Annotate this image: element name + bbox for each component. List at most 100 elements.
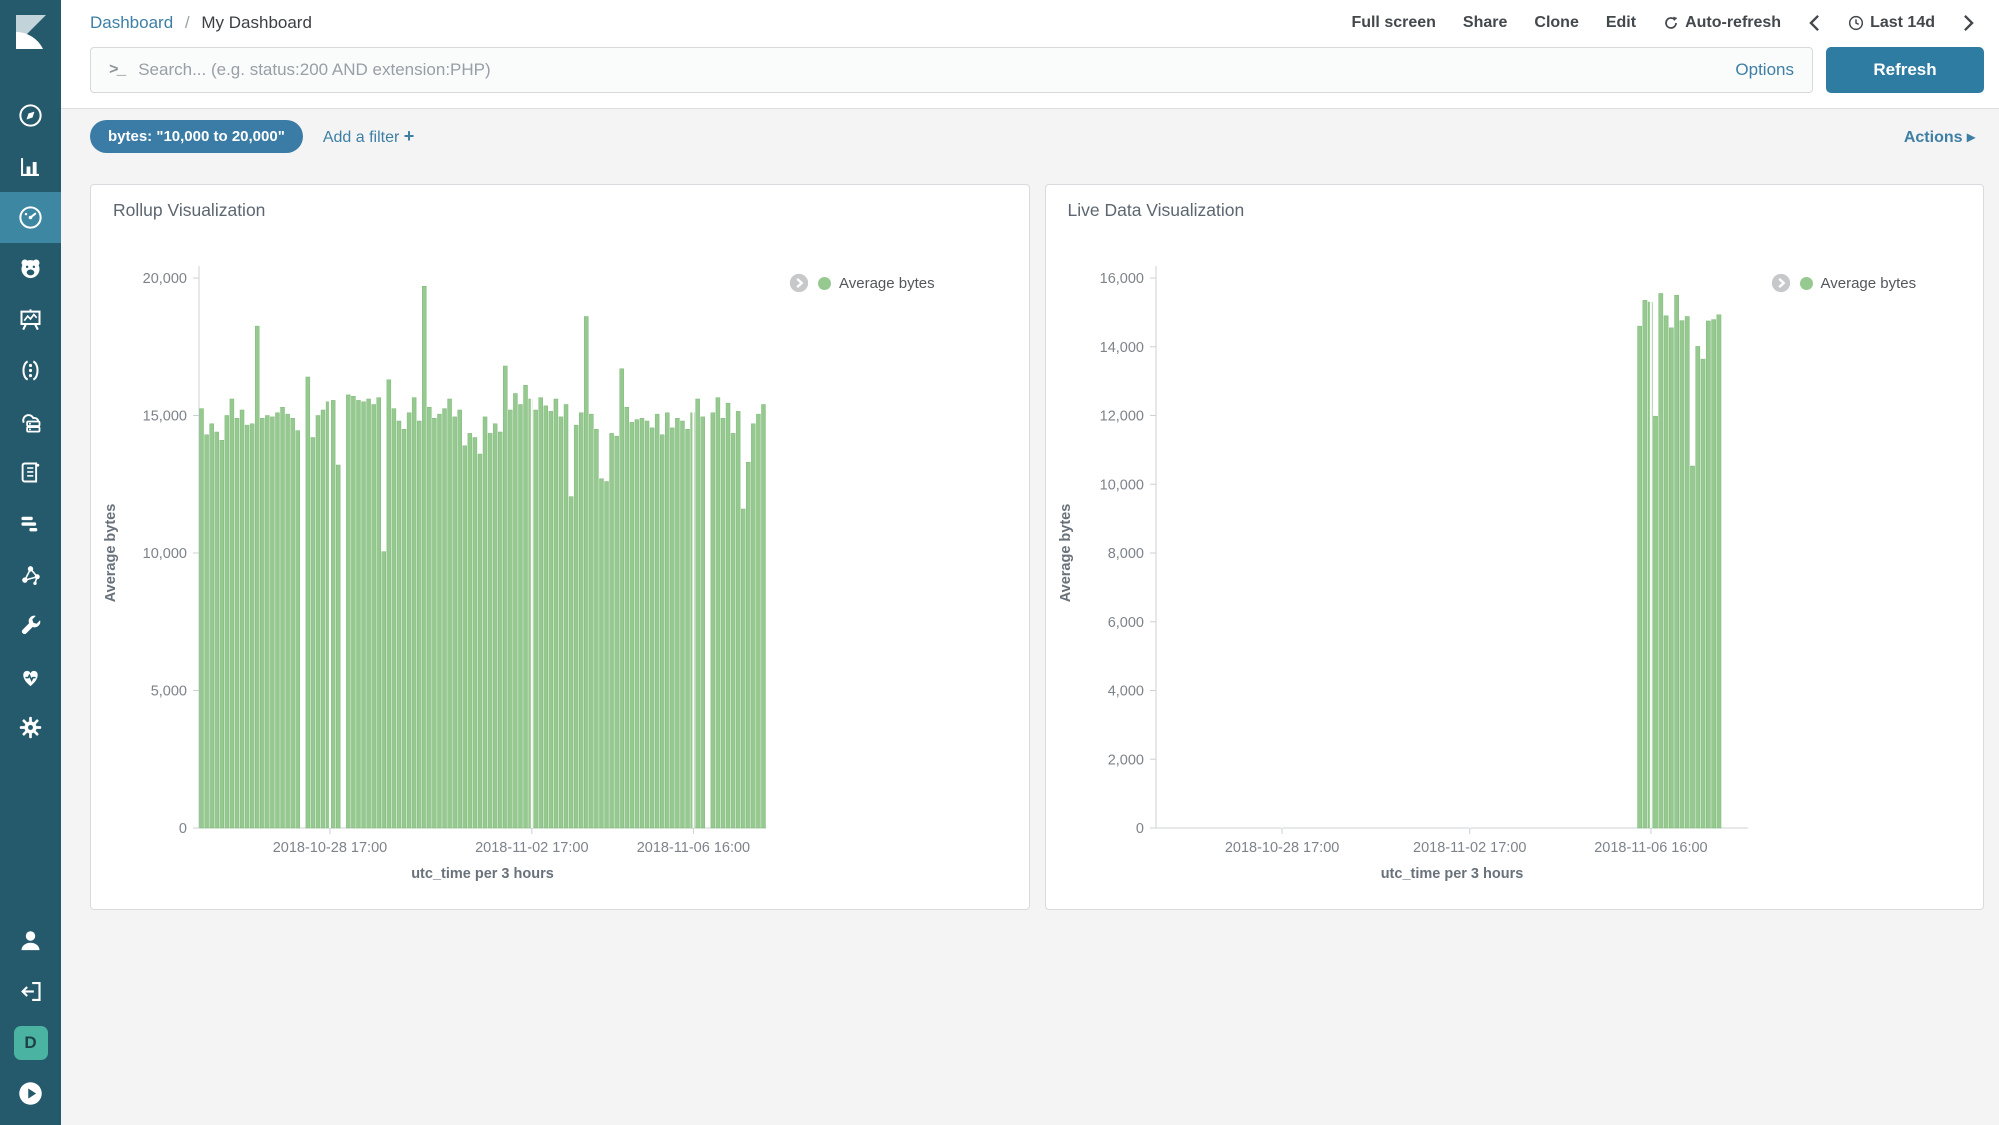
chevron-right-icon [1962, 14, 1975, 32]
panel-rollup-visualization: Rollup Visualization 0 5,000 10,000 15,000 2… [90, 184, 1030, 910]
sidebar-item-dev-tools[interactable] [0, 600, 61, 651]
breadcrumb: Dashboard / My Dashboard [90, 13, 312, 33]
plus-icon: + [404, 126, 415, 146]
sidebar-item-dashboard[interactable] [0, 192, 61, 243]
filter-pill[interactable]: bytes: "10,000 to 20,000" [90, 120, 303, 153]
chart-wrap: 02,0004,0006,0008,00010,00012,00014,0001… [1046, 222, 1984, 893]
gear-icon [17, 714, 44, 741]
search-row: >_ Options Refresh [61, 39, 1999, 109]
legend-swatch[interactable] [818, 277, 831, 290]
share-button[interactable]: Share [1463, 14, 1507, 32]
breadcrumb-dashboard-link[interactable]: Dashboard [90, 13, 173, 32]
auto-refresh-button[interactable]: Auto-refresh [1663, 14, 1781, 32]
lion-icon [17, 255, 44, 282]
svg-text:5,000: 5,000 [151, 684, 187, 700]
sidebar-item-logout[interactable] [0, 966, 61, 1017]
actions-link[interactable]: Actions ▸ [1904, 127, 1975, 147]
sidebar-item-logs[interactable] [0, 447, 61, 498]
app-root: D Dashboard / My Dashboard Full screen S… [0, 0, 1999, 1125]
legend-label[interactable]: Average bytes [1821, 275, 1917, 292]
compass-icon [17, 102, 44, 129]
dashboard-grid: Rollup Visualization 0 5,000 10,000 15,000 2… [61, 163, 1999, 910]
topbar: Dashboard / My Dashboard Full screen Sha… [61, 0, 1999, 39]
rollup-chart: 0 5,000 10,000 15,000 20,000 2018-10-28 17:00… [91, 222, 774, 893]
svg-text:14,000: 14,000 [1099, 340, 1143, 356]
breadcrumb-current: My Dashboard [201, 13, 312, 32]
chevron-left-icon [1808, 14, 1821, 32]
svg-text:2018-11-06 16:00: 2018-11-06 16:00 [1594, 840, 1707, 856]
svg-text:2018-11-02 17:00: 2018-11-02 17:00 [1413, 840, 1526, 856]
clock-icon [1848, 15, 1864, 31]
svg-text:2018-11-06 16:00: 2018-11-06 16:00 [637, 840, 750, 856]
add-filter-label: Add a filter [323, 129, 399, 146]
full-screen-button[interactable]: Full screen [1351, 14, 1435, 32]
actions-label: Actions [1904, 129, 1963, 146]
time-back-button[interactable] [1808, 14, 1821, 32]
person-icon [17, 927, 44, 954]
svg-text:0: 0 [179, 821, 187, 837]
auto-refresh-label: Auto-refresh [1685, 14, 1781, 32]
sidebar-collapse-toggle[interactable] [0, 1068, 61, 1119]
legend-label[interactable]: Average bytes [839, 275, 935, 292]
scroll-icon [17, 459, 44, 486]
kibana-logo[interactable] [0, 0, 61, 64]
time-forward-button[interactable] [1962, 14, 1975, 32]
easel-icon [17, 306, 44, 333]
sidebar-item-management[interactable] [0, 702, 61, 753]
svg-text:2018-11-02 17:00: 2018-11-02 17:00 [475, 840, 588, 856]
svg-text:8,000: 8,000 [1107, 546, 1143, 562]
clone-button[interactable]: Clone [1534, 14, 1578, 32]
add-filter-link[interactable]: Add a filter + [323, 126, 414, 147]
ml-brain-icon [17, 357, 44, 384]
sidebar-nav-bottom: D [0, 915, 61, 1119]
svg-text:10,000: 10,000 [1099, 477, 1143, 493]
legend-collapse-icon[interactable] [1770, 272, 1792, 294]
play-circle-icon [17, 1080, 44, 1107]
cloud-servers-icon [17, 408, 44, 435]
legend-swatch[interactable] [1800, 277, 1813, 290]
refresh-button[interactable]: Refresh [1826, 47, 1984, 93]
svg-text:2,000: 2,000 [1107, 752, 1143, 768]
bar-chart-icon [17, 153, 44, 180]
filter-bar: bytes: "10,000 to 20,000" Add a filter +… [61, 109, 1999, 163]
time-range-button[interactable]: Last 14d [1848, 14, 1935, 32]
search-input[interactable] [138, 60, 1721, 80]
sidebar-item-apm[interactable] [0, 498, 61, 549]
kibana-logo-icon [13, 14, 49, 50]
edit-button[interactable]: Edit [1606, 14, 1636, 32]
sidebar-item-discover[interactable] [0, 90, 61, 141]
panel-title: Rollup Visualization [113, 200, 1029, 222]
sidebar-item-machine-learning[interactable] [0, 345, 61, 396]
chart-legend: Average bytes [788, 272, 935, 294]
options-link[interactable]: Options [1735, 60, 1794, 80]
gauge-icon [17, 204, 44, 231]
main-area: Dashboard / My Dashboard Full screen Sha… [61, 0, 1999, 1125]
sidebar-item-monitoring[interactable] [0, 651, 61, 702]
svg-text:2018-10-28 17:00: 2018-10-28 17:00 [273, 840, 388, 856]
wrench-icon [17, 612, 44, 639]
legend-collapse-icon[interactable] [788, 272, 810, 294]
live-data-chart: 02,0004,0006,0008,00010,00012,00014,0001… [1046, 222, 1756, 893]
svg-text:20,000: 20,000 [143, 271, 187, 287]
sidebar-item-canvas[interactable] [0, 294, 61, 345]
sidebar-item-space[interactable]: D [0, 1017, 61, 1068]
sidebar-item-timelion[interactable] [0, 243, 61, 294]
network-icon [17, 561, 44, 588]
svg-text:10,000: 10,000 [143, 546, 187, 562]
search-box: >_ Options [90, 47, 1813, 93]
svg-text:utc_time per 3 hours: utc_time per 3 hours [1380, 866, 1523, 882]
sidebar-item-infrastructure[interactable] [0, 396, 61, 447]
svg-text:16,000: 16,000 [1099, 271, 1143, 287]
sidebar-item-visualize[interactable] [0, 141, 61, 192]
sidebar-item-user[interactable] [0, 915, 61, 966]
chart-wrap: 0 5,000 10,000 15,000 20,000 2018-10-28 17:00… [91, 222, 1029, 893]
bars-icon [17, 510, 44, 537]
heartbeat-icon [17, 663, 44, 690]
svg-text:4,000: 4,000 [1107, 684, 1143, 700]
svg-text:utc_time per 3 hours: utc_time per 3 hours [411, 866, 554, 882]
sidebar-item-graph[interactable] [0, 549, 61, 600]
svg-text:Average bytes: Average bytes [1058, 504, 1074, 603]
sidebar-nav-top [0, 90, 61, 753]
svg-text:15,000: 15,000 [143, 409, 187, 425]
svg-text:2018-10-28 17:00: 2018-10-28 17:00 [1224, 840, 1339, 856]
